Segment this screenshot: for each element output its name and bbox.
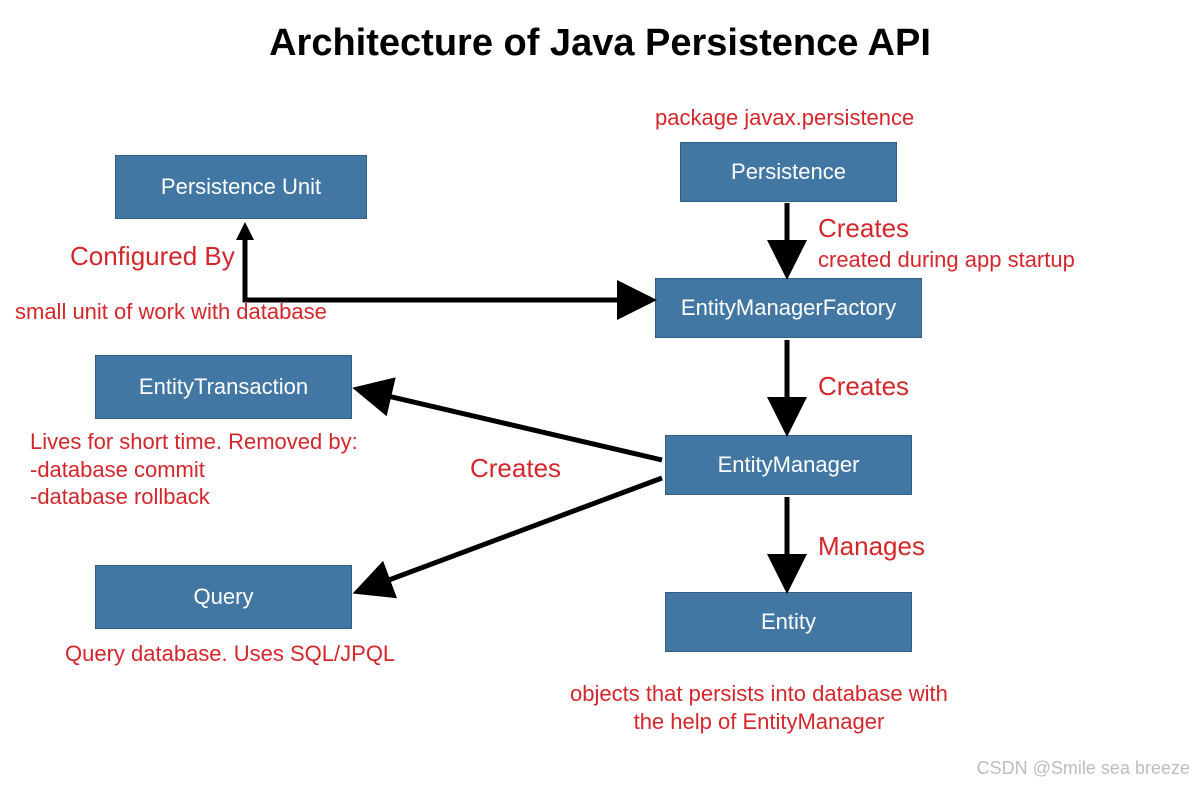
box-entity-manager: EntityManager: [665, 435, 912, 495]
ann-created-during: created during app startup: [818, 246, 1075, 274]
watermark: CSDN @Smile sea breeze: [977, 758, 1190, 779]
ann-lives-short: Lives for short time. Removed by: -datab…: [30, 428, 358, 511]
ann-small-unit: small unit of work with database: [15, 298, 327, 326]
ann-creates-3: Creates: [470, 452, 561, 485]
ann-package: package javax.persistence: [655, 104, 914, 132]
box-persistence-unit: Persistence Unit: [115, 155, 367, 219]
ann-creates-1: Creates: [818, 212, 909, 245]
box-entity-transaction: EntityTransaction: [95, 355, 352, 419]
ann-entity-desc: objects that persists into database with…: [570, 680, 948, 735]
box-entity: Entity: [665, 592, 912, 652]
ann-manages: Manages: [818, 530, 925, 563]
ann-query-desc: Query database. Uses SQL/JPQL: [65, 640, 395, 668]
ann-creates-2: Creates: [818, 370, 909, 403]
ann-configured-by: Configured By: [70, 240, 235, 273]
box-entity-manager-factory: EntityManagerFactory: [655, 278, 922, 338]
box-persistence: Persistence: [680, 142, 897, 202]
box-query: Query: [95, 565, 352, 629]
diagram-title: Architecture of Java Persistence API: [0, 22, 1200, 65]
